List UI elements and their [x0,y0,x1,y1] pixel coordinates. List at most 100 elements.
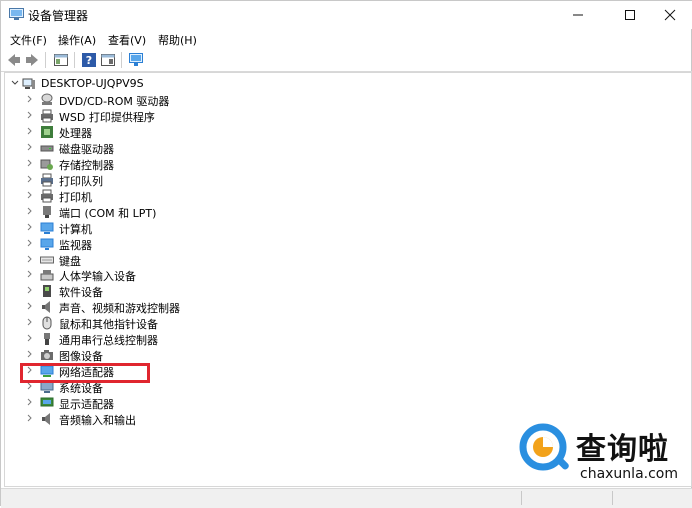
device-manager-window: 设备管理器 文件(F) 操作(A) 查看(V) 帮助(H) ? DESKTOP-… [0,0,692,508]
action-pane-icon[interactable] [100,52,116,68]
monitor-icon [40,238,54,250]
tree-item-row[interactable]: 打印队列 [5,172,305,188]
tree-item-row[interactable]: WSD 打印提供程序 [5,108,305,124]
chevron-right-icon[interactable] [26,191,34,199]
tree-item-row[interactable]: 存储控制器 [5,156,305,172]
tree-item-label: 声音、视频和游戏控制器 [59,302,180,316]
chevron-right-icon[interactable] [26,414,34,422]
keyboard-icon [40,256,54,263]
chevron-right-icon[interactable] [26,175,34,183]
menu-file[interactable]: 文件(F) [10,32,47,48]
computer-icon [40,222,54,234]
tree-item-row[interactable]: 端口 (COM 和 LPT) [5,204,305,220]
tree-item-label: WSD 打印提供程序 [59,110,155,124]
tree-item-row[interactable]: 通用串行总线控制器 [5,331,305,347]
tree-item-row[interactable]: 处理器 [5,124,305,140]
chevron-right-icon[interactable] [26,207,34,215]
tree-item-row[interactable]: 鼠标和其他指针设备 [5,315,305,331]
menu-help[interactable]: 帮助(H) [158,32,197,48]
status-segment [1,491,522,505]
status-bar [1,488,692,508]
menu-action[interactable]: 操作(A) [58,32,96,48]
tree-item-row[interactable]: 人体学输入设备 [5,267,305,283]
tree-item-label: 键盘 [59,254,81,268]
close-icon [664,9,676,21]
annotation-highlight-box [20,363,150,383]
chevron-right-icon[interactable] [26,127,34,135]
chevron-down-icon[interactable] [11,79,19,87]
tree-item-row[interactable]: 显示适配器 [5,395,305,411]
tree-item-row[interactable]: DVD/CD-ROM 驱动器 [5,92,305,108]
hid-icon [40,270,54,281]
chevron-right-icon[interactable] [26,255,34,263]
menu-bar: 文件(F) 操作(A) 查看(V) 帮助(H) [1,29,692,49]
toolbar-separator [121,52,122,68]
speaker-icon [42,301,50,314]
print-queue-icon [41,173,53,187]
chevron-right-icon[interactable] [26,159,34,167]
tree-item-row[interactable]: 监视器 [5,236,305,252]
chevron-right-icon[interactable] [26,286,34,294]
scan-hardware-icon[interactable] [128,52,144,68]
port-icon [43,205,51,218]
back-arrow-icon[interactable] [6,52,22,68]
chevron-right-icon[interactable] [26,398,34,406]
help-icon[interactable]: ? [81,52,97,68]
chevron-right-icon[interactable] [26,350,34,358]
chevron-right-icon[interactable] [26,302,34,310]
chevron-right-icon[interactable] [26,223,34,231]
tree-item-row[interactable]: 计算机 [5,220,305,236]
computer-name: DESKTOP-UJQPV9S [41,77,144,90]
tree-item-row[interactable]: 磁盘驱动器 [5,140,305,156]
toolbar-separator [45,52,46,68]
tree-root-row[interactable]: DESKTOP-UJQPV9S [5,76,305,92]
toolbar-separator [74,52,75,68]
chevron-right-icon[interactable] [26,239,34,247]
tree-item-label: 打印机 [59,190,92,204]
tree-item-row[interactable]: 图像设备 [5,347,305,363]
chevron-right-icon[interactable] [26,318,34,326]
chevron-right-icon[interactable] [26,143,34,151]
menu-view[interactable]: 查看(V) [108,32,146,48]
magnifier-logo-icon [519,423,569,471]
dvd-drive-icon [41,93,53,105]
tree-item-label: DVD/CD-ROM 驱动器 [59,95,170,108]
tree-item-label: 人体学输入设备 [59,270,136,284]
chevron-right-icon[interactable] [26,95,34,103]
processor-icon [41,125,53,138]
mouse-icon [42,316,52,330]
software-device-icon [43,285,51,298]
close-button[interactable] [647,1,692,29]
tree-item-row[interactable]: 打印机 [5,188,305,204]
chevron-right-icon[interactable] [26,111,34,119]
window-title: 设备管理器 [28,9,89,23]
tree-item-label: 计算机 [59,222,92,236]
title-bar[interactable]: 设备管理器 [1,1,692,29]
printer-icon [41,109,53,123]
tree-item-row[interactable]: 键盘 [5,252,305,268]
tree-item-label: 处理器 [59,126,92,140]
chevron-right-icon[interactable] [26,270,34,278]
watermark-text: 查询啦 [576,432,669,467]
tree-item-label: 磁盘驱动器 [59,142,114,156]
properties-icon[interactable] [53,52,69,68]
chevron-right-icon[interactable] [26,382,34,390]
tree-item-row[interactable]: 软件设备 [5,283,305,299]
svg-text:?: ? [86,54,92,67]
camera-icon [41,350,53,361]
tree-item-row[interactable]: 音频输入和输出 [5,411,305,427]
tree-item-label: 打印队列 [59,174,103,188]
forward-arrow-icon[interactable] [24,52,40,68]
chevron-right-icon[interactable] [26,334,34,342]
printer-icon [41,189,53,203]
maximize-icon [625,10,635,20]
status-segment [522,491,613,505]
minimize-button[interactable] [555,1,601,29]
tree-item-label: 显示适配器 [59,398,114,412]
minimize-icon [573,14,583,16]
usb-icon [44,333,50,346]
tree-item-label: 音频输入和输出 [59,414,136,427]
tree-item-label: 通用串行总线控制器 [59,334,158,348]
tree-item-label: 鼠标和其他指针设备 [59,318,158,332]
tree-item-row[interactable]: 声音、视频和游戏控制器 [5,299,305,315]
